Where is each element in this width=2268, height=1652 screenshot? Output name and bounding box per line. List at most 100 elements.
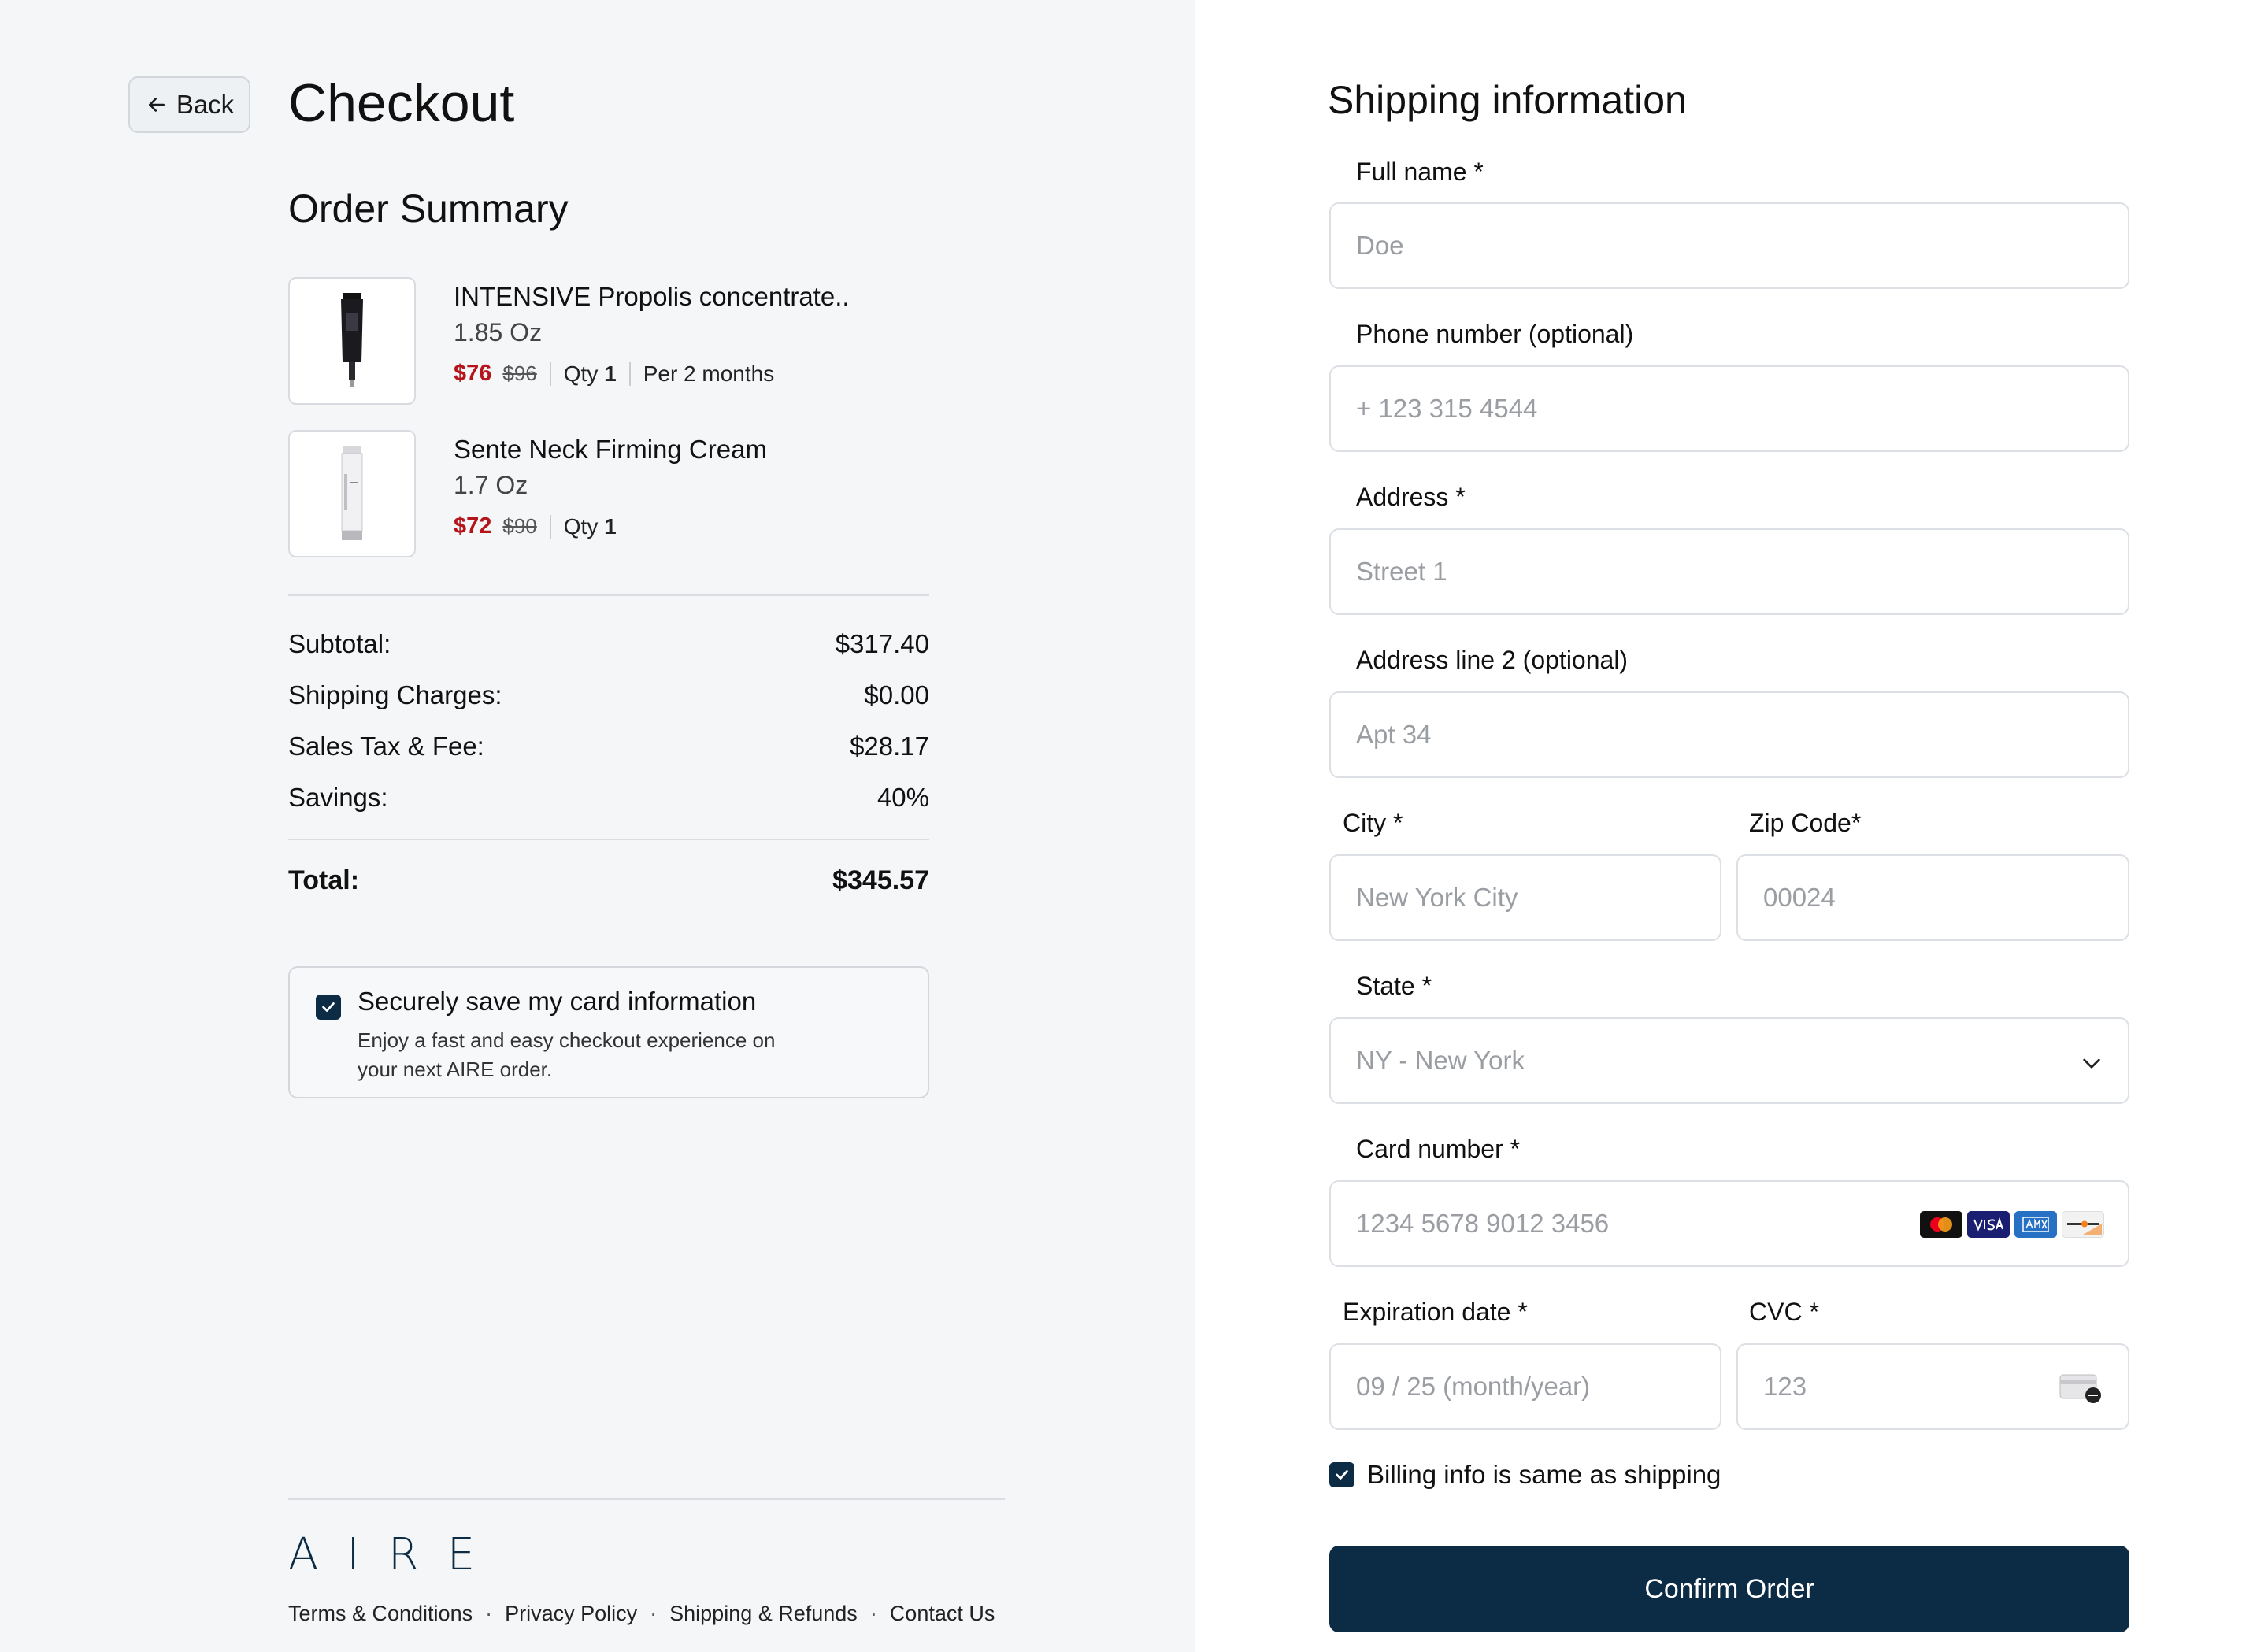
subtotal-value: $317.40: [835, 629, 929, 658]
product-image: [288, 430, 416, 557]
separator-dot: ·: [485, 1602, 493, 1625]
address-input[interactable]: [1356, 557, 2103, 587]
tax-label: Sales Tax & Fee:: [288, 732, 484, 761]
subtotal-row: Subtotal: $317.40: [288, 629, 929, 659]
zip-field[interactable]: [1736, 854, 2129, 941]
product-image: [288, 277, 416, 405]
shipping-refunds-link[interactable]: Shipping & Refunds: [669, 1602, 858, 1626]
state-label: State *: [1356, 972, 1432, 1000]
state-select[interactable]: NY - New York: [1329, 1017, 2129, 1104]
qty-value: 1: [604, 513, 617, 539]
phone-label: Phone number (optional): [1356, 320, 1634, 348]
order-item: Sente Neck Firming Cream 1.7 Oz $72 $90 …: [288, 430, 926, 557]
footer-divider: [288, 1498, 1005, 1500]
cvc-card-icon: [2059, 1374, 2101, 1403]
total-row: Total: $345.57: [288, 865, 929, 896]
total-value: $345.57: [832, 865, 929, 895]
full-name-field[interactable]: [1329, 202, 2129, 289]
qty-label: Qty: [563, 361, 598, 386]
total-divider: [288, 839, 929, 840]
card-number-input[interactable]: [1356, 1209, 1907, 1239]
city-field[interactable]: [1329, 854, 1721, 941]
terms-link[interactable]: Terms & Conditions: [288, 1602, 472, 1626]
item-qty: Qty 1: [564, 514, 617, 539]
save-card-title: Securely save my card information: [358, 987, 757, 1016]
footer-links: Terms & Conditions · Privacy Policy · Sh…: [288, 1602, 995, 1626]
card-number-field[interactable]: [1329, 1180, 2129, 1267]
zip-input[interactable]: [1763, 883, 2103, 913]
item-name: INTENSIVE Propolis concentrate..: [454, 282, 850, 311]
expiration-field[interactable]: [1329, 1343, 1721, 1430]
qty-value: 1: [604, 361, 617, 386]
separator-dot: ·: [650, 1602, 658, 1625]
item-price: $72: [454, 513, 492, 539]
item-size: 1.85 Oz: [454, 318, 543, 346]
aire-logo: AIRE: [288, 1529, 504, 1580]
item-old-price: $90: [502, 514, 537, 538]
phone-field[interactable]: [1329, 365, 2129, 452]
divider: [628, 361, 631, 386]
expiration-label: Expiration date *: [1343, 1298, 1528, 1326]
billing-same-label: Billing info is same as shipping: [1367, 1460, 1721, 1489]
tax-row: Sales Tax & Fee: $28.17: [288, 732, 929, 761]
city-label: City *: [1343, 809, 1403, 837]
cvc-input[interactable]: [1763, 1372, 2031, 1402]
chevron-down-icon: [2083, 1058, 2100, 1069]
shipping-label: Shipping Charges:: [288, 680, 502, 709]
savings-label: Savings:: [288, 783, 388, 812]
order-item: INTENSIVE Propolis concentrate.. 1.85 Oz…: [288, 277, 926, 405]
cvc-field[interactable]: [1736, 1343, 2129, 1430]
address2-field[interactable]: [1329, 691, 2129, 778]
item-frequency: Per 2 months: [643, 361, 775, 386]
order-summary-panel: Back Checkout Order Summary INTENSIVE Pr…: [0, 0, 1195, 1652]
phone-input[interactable]: [1356, 394, 2103, 424]
cvc-label: CVC *: [1749, 1298, 1819, 1326]
visa-icon: [1967, 1211, 2010, 1238]
address-label: Address *: [1356, 483, 1466, 511]
save-card-description: Enjoy a fast and easy checkout experienc…: [358, 1028, 776, 1081]
full-name-label: Full name *: [1356, 157, 1484, 186]
divider: [549, 361, 551, 386]
page-title: Checkout: [288, 73, 515, 133]
address-field[interactable]: [1329, 528, 2129, 615]
save-card-checkbox[interactable]: [316, 995, 341, 1020]
product-bottle-white: [341, 446, 363, 540]
divider: [549, 514, 551, 539]
city-input[interactable]: [1356, 883, 1695, 913]
tax-value: $28.17: [850, 732, 929, 761]
billing-same-checkbox[interactable]: [1329, 1462, 1354, 1487]
subtotal-label: Subtotal:: [288, 629, 391, 658]
amex-icon: [2014, 1211, 2057, 1238]
card-brand-logos: [1920, 1211, 2104, 1238]
item-old-price: $96: [502, 361, 537, 385]
summary-divider: [288, 594, 929, 596]
check-icon: [1336, 1470, 1348, 1480]
address2-label: Address line 2 (optional): [1356, 646, 1629, 674]
card-number-label: Card number *: [1356, 1135, 1521, 1163]
zip-label: Zip Code*: [1749, 809, 1862, 837]
shipping-row: Shipping Charges: $0.00: [288, 680, 929, 710]
full-name-input[interactable]: [1356, 231, 2103, 261]
check-icon: [322, 1002, 335, 1012]
privacy-link[interactable]: Privacy Policy: [505, 1602, 637, 1626]
billing-same-option[interactable]: Billing info is same as shipping: [1329, 1460, 1721, 1490]
qty-label: Qty: [563, 513, 598, 539]
confirm-order-button[interactable]: Confirm Order: [1329, 1546, 2129, 1632]
savings-value: 40%: [876, 783, 929, 812]
back-label: Back: [176, 90, 235, 119]
contact-link[interactable]: Contact Us: [890, 1602, 995, 1626]
expiration-input[interactable]: [1356, 1372, 1695, 1402]
state-value: NY - New York: [1356, 1046, 1525, 1075]
back-button[interactable]: Back: [128, 76, 250, 133]
save-card-option[interactable]: Securely save my card information Enjoy …: [288, 966, 929, 1098]
separator-dot: ·: [869, 1602, 877, 1625]
item-name: Sente Neck Firming Cream: [454, 435, 767, 464]
item-size: 1.7 Oz: [454, 471, 528, 499]
total-label: Total:: [288, 865, 360, 895]
address2-input[interactable]: [1356, 720, 2103, 750]
item-qty: Qty 1: [564, 361, 617, 387]
arrow-left-icon: [148, 98, 165, 112]
order-summary-title: Order Summary: [288, 187, 569, 231]
product-tube-dark: [341, 293, 363, 387]
savings-row: Savings: 40%: [288, 783, 929, 813]
